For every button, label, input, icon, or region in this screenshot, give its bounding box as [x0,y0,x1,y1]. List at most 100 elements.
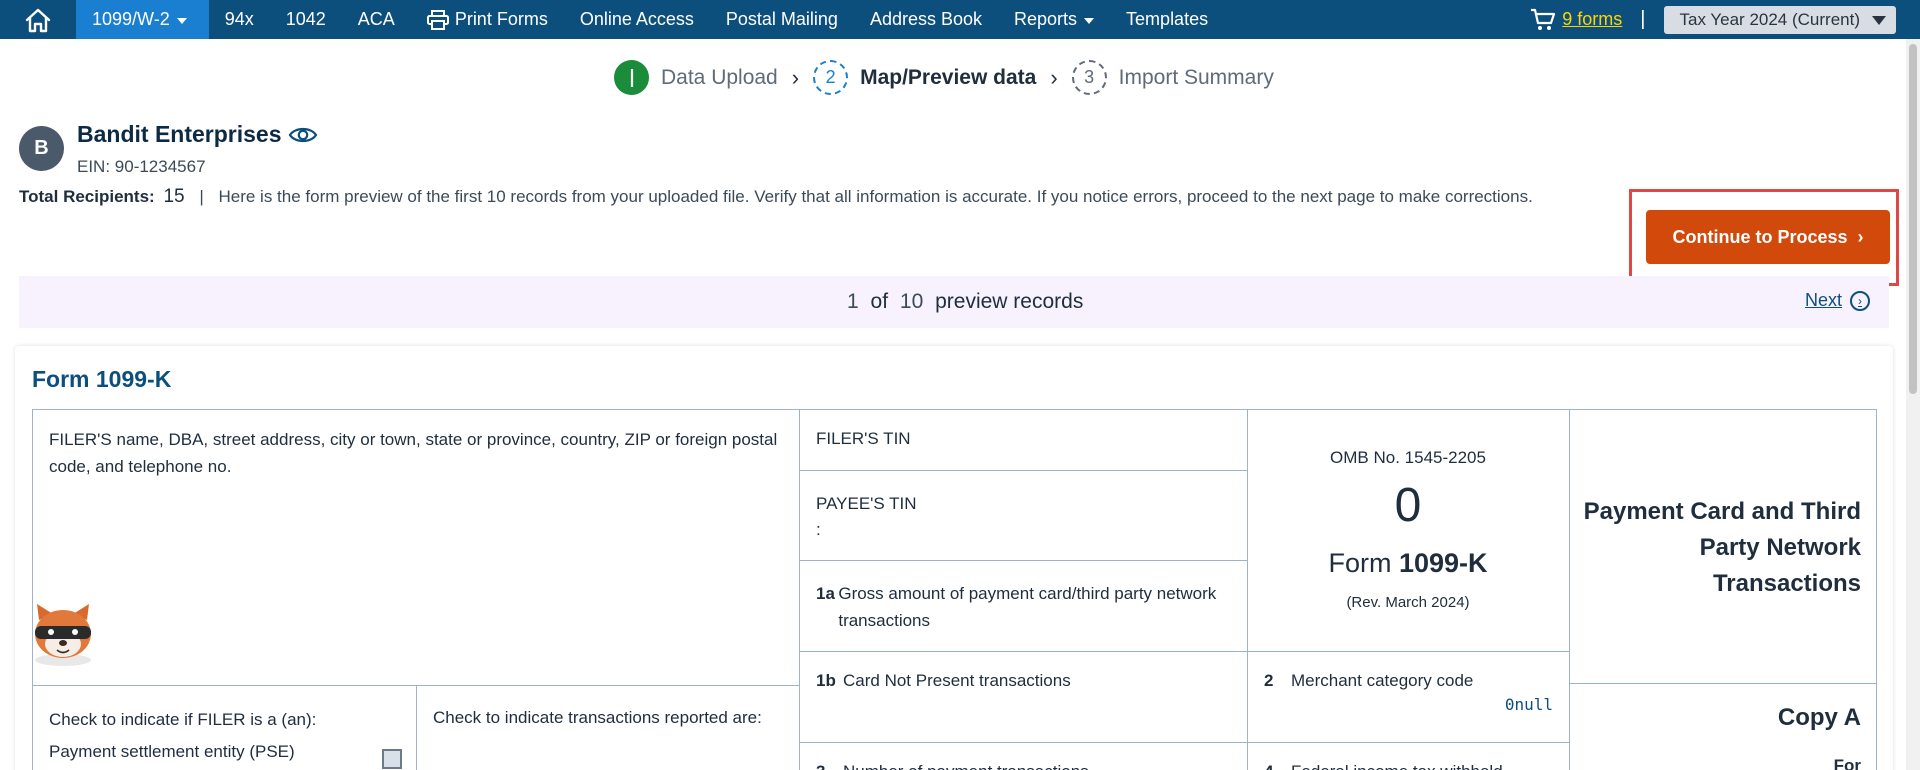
continue-to-process-button[interactable]: Continue to Process › [1646,210,1890,264]
box-2-label: Merchant category code [1291,671,1474,690]
box-1b: 1b Card Not Present transactions [799,651,1248,743]
filer-tin-label: FILER'S TIN [816,429,911,448]
step-3-indicator: 3 [1071,60,1107,95]
home-icon [25,8,51,32]
nav-online-access[interactable]: Online Access [564,0,710,39]
chevron-right-circle-icon: › [1850,290,1871,311]
form-number-label: Form 1099-K [1247,548,1569,579]
payee-tin-label: PAYEE'S TIN [816,494,917,513]
preview-of: of [870,290,889,313]
tax-year-select[interactable]: Tax Year 2024 (Current) [1663,5,1896,34]
preview-total: 10 [899,290,924,313]
scrollbar-thumb[interactable] [1909,44,1917,394]
payee-tin-box: PAYEE'S TIN : [799,470,1248,561]
caret-down-icon [176,17,187,24]
for-label: For [1833,756,1861,770]
filer-name-label: FILER'S name, DBA, street address, city … [49,430,778,477]
box-3-label: Number of payment transactions [843,762,1089,770]
step-3-label: Import Summary [1118,65,1274,89]
caret-down-icon [1872,16,1886,25]
nav-print-forms[interactable]: Print Forms [411,0,564,39]
import-stepper: Data Upload › 2 Map/Preview data › 3 Imp… [614,60,1274,95]
total-recipients-label: Total Recipients: [19,187,155,206]
box-1a: 1a Gross amount of payment card/third pa… [799,560,1248,652]
nav-right-group: 9 forms | Tax Year 2024 (Current) [1530,0,1896,39]
nav-templates-label: Templates [1126,9,1209,29]
form-title: Form 1099-K [32,366,172,392]
nav-address-book-label: Address Book [869,9,983,29]
filer-type-box: Check to indicate if FILER is a (an): Pa… [32,685,417,770]
preview-suffix: preview records [935,290,1084,313]
company-ein: EIN: 90-1234567 [77,157,206,176]
step-1-label: Data Upload [661,65,778,89]
company-name: Bandit Enterprises [77,121,282,147]
box-1a-label: Gross amount of payment card/third party… [838,584,1217,631]
chevron-right-icon: › [1050,64,1058,90]
transactions-check-label: Check to indicate transactions reported … [433,708,762,727]
total-recipients-count: 15 [163,186,185,207]
eye-icon[interactable] [288,124,318,146]
step-import-summary: 3 Import Summary [1071,60,1274,95]
box-2-value: 0null [1504,695,1553,714]
step-map-preview: 2 Map/Preview data [813,60,1036,95]
payee-tin-value: : [816,520,821,540]
nav-templates[interactable]: Templates [1110,0,1224,39]
box-2: 2 Merchant category code 0null [1247,651,1570,743]
cart-icon[interactable] [1530,8,1556,32]
nav-1099-w2-label: 1099/W-2 [92,9,170,29]
step-2-label: Map/Preview data [860,65,1037,89]
continue-button-label: Continue to Process [1672,226,1848,247]
step-1-indicator [614,60,649,95]
nav-online-access-label: Online Access [579,9,694,29]
next-record-link[interactable]: Next › [1805,290,1871,311]
transactions-type-box: Check to indicate transactions reported … [416,685,800,770]
nav-1042[interactable]: 1042 [270,0,342,39]
summary-message: Here is the form preview of the first 10… [218,187,1533,206]
nav-94x[interactable]: 94x [209,0,270,39]
avatar: B [19,126,64,171]
nav-address-book[interactable]: Address Book [854,0,998,39]
nav-reports-label: Reports [1014,9,1078,29]
nav-1042-label: 1042 [285,9,326,29]
form-number: 1099-K [1398,548,1488,578]
caret-down-icon [1084,17,1095,24]
pse-label: Payment settlement entity (PSE) [49,742,295,762]
home-button[interactable] [0,0,76,39]
summary-line: Total Recipients: 15 | Here is the form … [19,186,1533,208]
nav-separator: | [1640,8,1646,30]
tax-year-value: Tax Year 2024 (Current) [1679,9,1861,29]
box-1b-number: 1b [816,671,836,690]
form-word: Form [1328,548,1392,578]
step-data-upload: Data Upload [614,60,778,95]
nav-reports[interactable]: Reports [998,0,1110,39]
mascot-raccoon-icon[interactable] [27,600,99,668]
form-side-title: Payment Card and Third Party Network Tra… [1583,498,1861,597]
top-navigation: 1099/W-2 94x 1042 ACA Print Forms Online… [0,0,1920,39]
chevron-right-icon: › [1857,226,1864,247]
step-complete-icon [630,68,633,87]
summary-separator: | [199,187,204,206]
box-4-label: Federal income tax withheld [1291,762,1503,770]
nav-print-forms-label: Print Forms [454,9,548,29]
filer-tin-box: FILER'S TIN [799,409,1248,471]
step-2-indicator: 2 [813,60,849,95]
nav-94x-label: 94x [224,9,254,29]
box-3-number: 3 [816,762,843,770]
chevron-right-icon: › [791,64,800,90]
form-revision: (Rev. March 2024) [1346,594,1470,611]
omb-value: 0 [1394,479,1422,532]
filer-check-label: Check to indicate if FILER is a (an): [49,710,317,729]
nav-postal-mailing[interactable]: Postal Mailing [710,0,854,39]
nav-aca-label: ACA [357,9,395,29]
nav-aca[interactable]: ACA [342,0,411,39]
filer-name-box: FILER'S name, DBA, street address, city … [32,409,800,686]
next-label: Next [1805,290,1843,310]
nav-1099-w2[interactable]: 1099/W-2 [76,0,209,39]
box-4: 4 Federal income tax withheld [1247,742,1570,770]
pse-checkbox[interactable] [382,749,402,769]
nav-postal-mailing-label: Postal Mailing [725,9,838,29]
omb-number: OMB No. 1545-2205 [1330,448,1486,467]
copy-a-label: Copy A [1777,704,1861,731]
preview-current: 1 [847,290,859,313]
cart-forms-link[interactable]: 9 forms [1562,9,1622,30]
